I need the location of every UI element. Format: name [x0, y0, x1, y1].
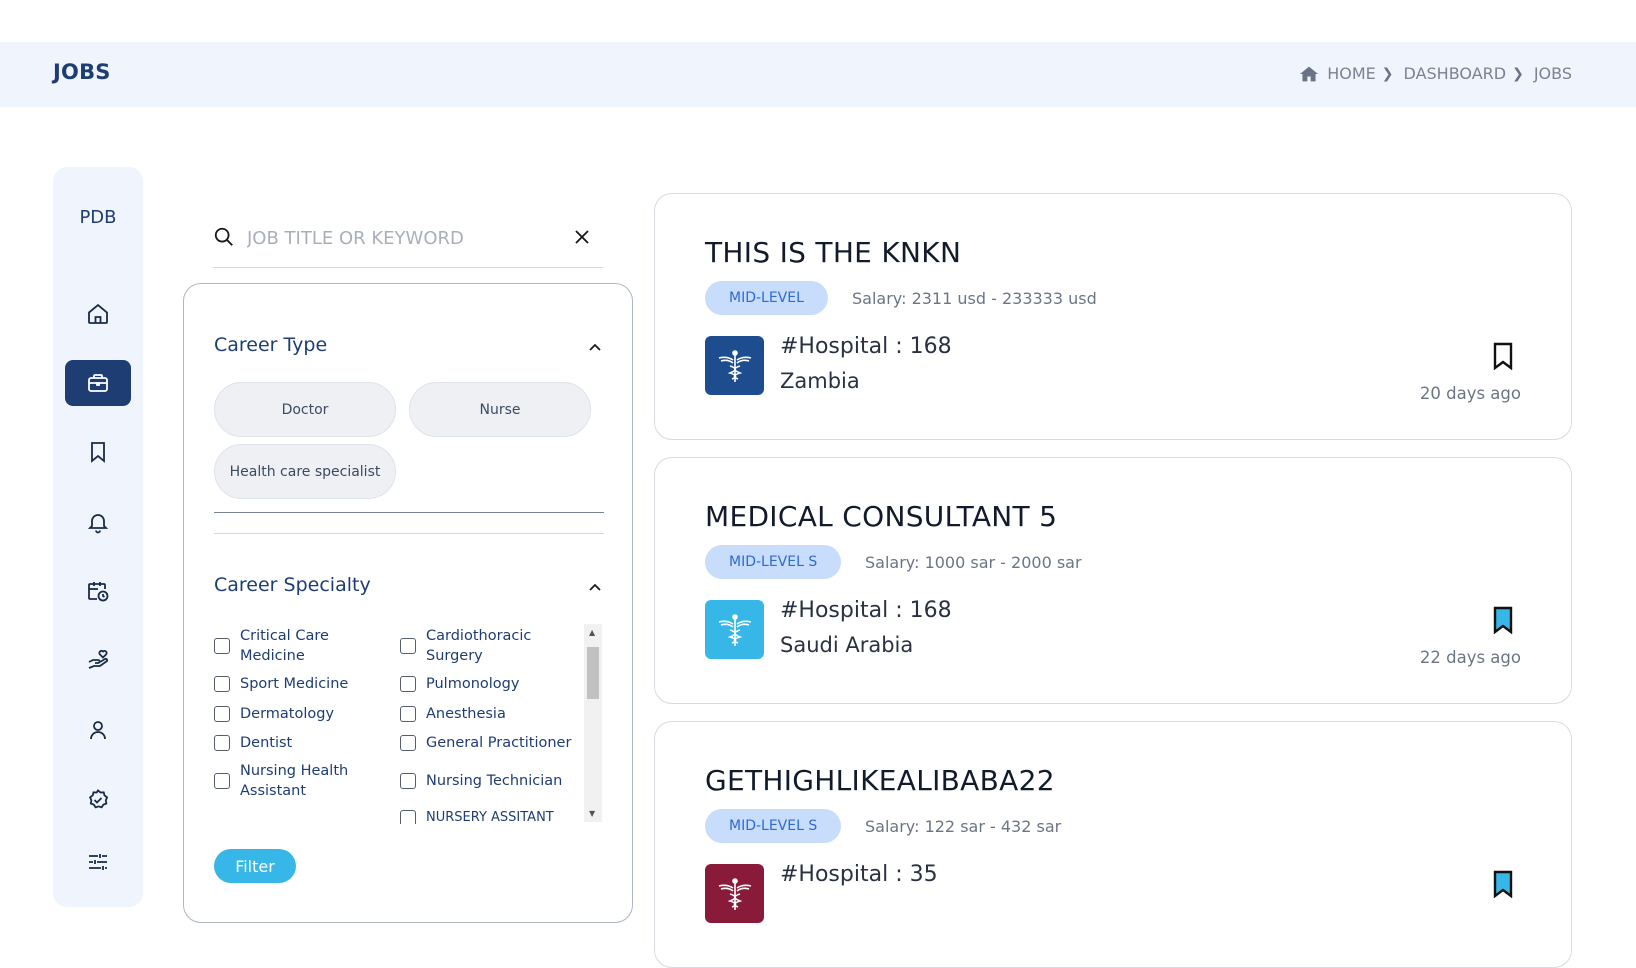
- checkbox[interactable]: [214, 735, 230, 751]
- page-title: JOBS: [53, 60, 111, 84]
- bookmark-icon: [91, 442, 105, 463]
- bookmark-filled-icon[interactable]: [1491, 606, 1515, 634]
- checkbox[interactable]: [214, 773, 230, 789]
- filter-panel: Career Type Doctor Nurse Health care spe…: [183, 283, 633, 923]
- sidebar: PDB: [53, 167, 143, 907]
- job-country: Saudi Arabia: [780, 633, 914, 657]
- checkbox[interactable]: [400, 735, 416, 751]
- home-icon: [88, 303, 108, 324]
- specialty-option[interactable]: Critical Care Medicine: [214, 626, 389, 666]
- specialty-option[interactable]: NURSERY ASSITANT: [400, 808, 554, 824]
- job-card[interactable]: THIS IS THE KNKN MID-LEVEL Salary: 2311 …: [654, 193, 1572, 440]
- hospital-logo: [705, 336, 764, 395]
- sliders-icon: [89, 854, 107, 870]
- specialty-option[interactable]: Dermatology: [214, 704, 334, 724]
- career-type-title: Career Type: [214, 334, 328, 356]
- close-icon[interactable]: [573, 228, 591, 246]
- scrollbar-thumb[interactable]: [587, 647, 599, 699]
- caduceus-icon: [718, 349, 751, 382]
- filter-button[interactable]: Filter: [214, 849, 296, 883]
- search-icon: [214, 227, 233, 246]
- home-icon: [1300, 66, 1319, 81]
- page-header: JOBS HOME ❯ DASHBOARD ❯ JOBS: [0, 42, 1636, 107]
- checkbox[interactable]: [214, 706, 230, 722]
- level-badge: MID-LEVEL S: [705, 545, 842, 579]
- salary-text: Salary: 2311 usd - 233333 usd: [852, 289, 1097, 308]
- sidebar-item-services[interactable]: [65, 637, 131, 683]
- bell-icon: [87, 514, 109, 534]
- scroll-down-arrow-icon[interactable]: ▼: [589, 809, 595, 818]
- scroll-up-arrow-icon[interactable]: ▲: [589, 628, 595, 637]
- hospital-name: #Hospital : 168: [780, 334, 952, 359]
- level-badge: MID-LEVEL S: [705, 809, 842, 843]
- chevron-up-icon[interactable]: [588, 580, 602, 594]
- posted-time: 22 days ago: [1419, 648, 1521, 667]
- specialty-scrollbar[interactable]: ▲ ▼: [584, 624, 602, 822]
- job-card[interactable]: GETHIGHLIKEALIBABA22 MID-LEVEL S Salary:…: [654, 721, 1572, 968]
- briefcase-icon: [88, 374, 108, 392]
- sidebar-item-saved[interactable]: [65, 429, 131, 475]
- caduceus-icon: [718, 613, 751, 646]
- check-circle-icon: [88, 789, 109, 809]
- user-icon: [90, 721, 106, 740]
- sidebar-item-profile[interactable]: [65, 707, 131, 753]
- career-specialty-list: Critical Care Medicine Cardiothoracic Su…: [214, 624, 604, 824]
- divider: [214, 533, 604, 534]
- job-card[interactable]: MEDICAL CONSULTANT 5 MID-LEVEL S Salary:…: [654, 457, 1572, 704]
- search-input[interactable]: [247, 222, 567, 254]
- job-title[interactable]: THIS IS THE KNKN: [705, 236, 961, 269]
- app-logo[interactable]: PDB: [53, 207, 143, 228]
- job-title[interactable]: MEDICAL CONSULTANT 5: [705, 500, 1057, 533]
- career-type-chip-doctor[interactable]: Doctor: [214, 382, 396, 437]
- sidebar-item-settings[interactable]: [65, 839, 131, 885]
- calendar-clock-icon: [88, 582, 109, 602]
- hospital-logo: [705, 600, 764, 659]
- hospital-name: #Hospital : 35: [780, 862, 938, 887]
- hospital-name: #Hospital : 168: [780, 598, 952, 623]
- chevron-up-icon[interactable]: [588, 340, 602, 354]
- hospital-logo: [705, 864, 764, 923]
- specialty-option[interactable]: Nursing Health Assistant: [214, 761, 364, 801]
- job-country: Zambia: [780, 369, 860, 393]
- salary-text: Salary: 122 sar - 432 sar: [865, 817, 1062, 836]
- checkbox[interactable]: [214, 638, 230, 654]
- specialty-option[interactable]: Nursing Technician: [400, 771, 562, 791]
- breadcrumb-jobs: JOBS: [1533, 64, 1572, 83]
- career-type-chip-nurse[interactable]: Nurse: [409, 382, 591, 437]
- sidebar-item-schedule[interactable]: [65, 568, 131, 614]
- chevron-right-icon: ❯: [1512, 65, 1524, 82]
- sidebar-item-verified[interactable]: [65, 777, 131, 823]
- checkbox[interactable]: [400, 676, 416, 692]
- caduceus-icon: [718, 877, 751, 910]
- specialty-option[interactable]: Cardiothoracic Surgery: [400, 626, 578, 666]
- career-type-chip-health-care-specialist[interactable]: Health care specialist: [214, 444, 396, 499]
- bookmark-icon[interactable]: [1491, 342, 1515, 370]
- chevron-right-icon: ❯: [1381, 65, 1394, 82]
- career-specialty-title: Career Specialty: [214, 574, 371, 596]
- breadcrumb-home[interactable]: HOME: [1327, 64, 1376, 83]
- specialty-option[interactable]: Pulmonology: [400, 674, 519, 694]
- posted-time: 20 days ago: [1419, 384, 1521, 403]
- checkbox[interactable]: [400, 706, 416, 722]
- specialty-option[interactable]: Sport Medicine: [214, 674, 348, 694]
- sidebar-item-home[interactable]: [65, 291, 131, 337]
- checkbox[interactable]: [400, 638, 416, 654]
- breadcrumb: HOME ❯ DASHBOARD ❯ JOBS: [1299, 64, 1572, 83]
- specialty-option[interactable]: Anesthesia: [400, 704, 506, 724]
- divider: [214, 512, 604, 513]
- checkbox[interactable]: [400, 810, 416, 824]
- level-badge: MID-LEVEL: [705, 281, 828, 315]
- job-title[interactable]: GETHIGHLIKEALIBABA22: [705, 764, 1055, 797]
- hand-heart-icon: [88, 649, 109, 669]
- search-bar: [213, 222, 603, 268]
- specialty-option[interactable]: General Practitioner: [400, 733, 571, 753]
- sidebar-item-notifications[interactable]: [65, 499, 131, 545]
- sidebar-item-jobs[interactable]: [65, 360, 131, 406]
- checkbox[interactable]: [400, 773, 416, 789]
- specialty-option[interactable]: Dentist: [214, 733, 292, 753]
- salary-text: Salary: 1000 sar - 2000 sar: [865, 553, 1082, 572]
- checkbox[interactable]: [214, 676, 230, 692]
- bookmark-filled-icon[interactable]: [1491, 870, 1515, 898]
- breadcrumb-dashboard[interactable]: DASHBOARD: [1404, 64, 1507, 83]
